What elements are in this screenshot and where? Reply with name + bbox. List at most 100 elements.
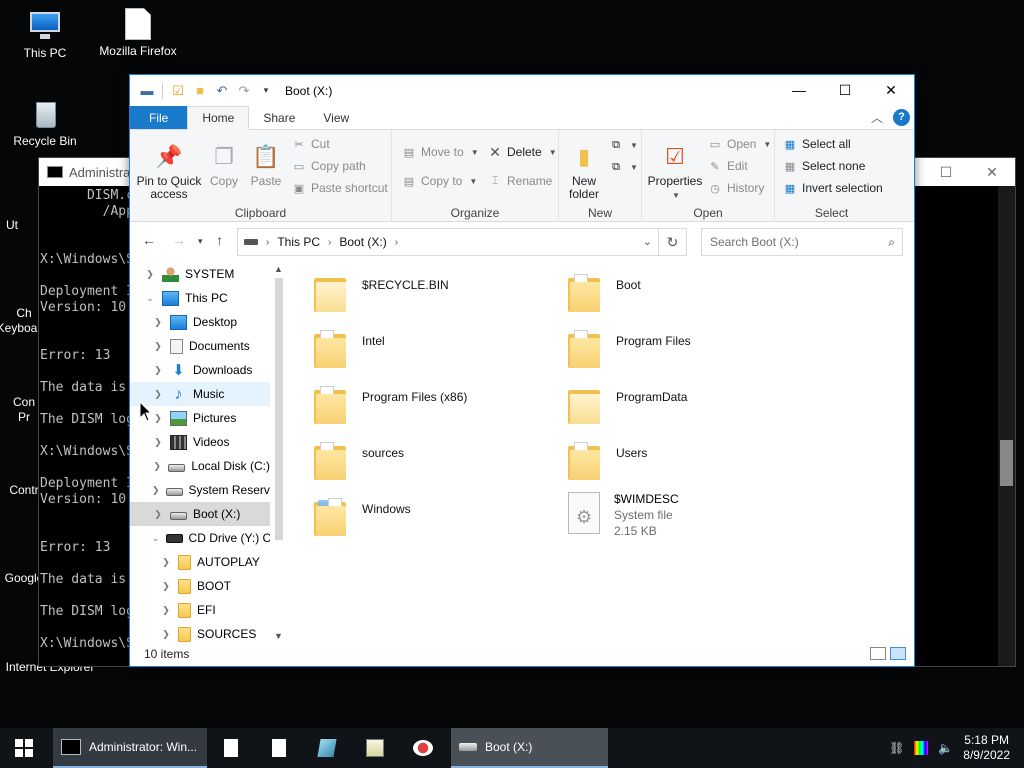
desktop-icon-this-pc[interactable]: This PC	[0, 8, 90, 60]
list-item[interactable]: $RECYCLE.BIN	[288, 266, 538, 318]
edit-button[interactable]: ✎ Edit	[708, 159, 747, 173]
chevron-right-icon[interactable]: ›	[395, 237, 398, 248]
chevron-up-icon[interactable]: ︿	[871, 109, 883, 126]
large-icons-view-icon[interactable]	[890, 647, 906, 660]
pin-to-quick-access-button[interactable]: 📌 Pin to Quick access	[136, 140, 202, 201]
nav-item-sources[interactable]: ❯ SOURCES	[130, 622, 270, 643]
explorer-titlebar[interactable]: ▬ ☑ ■ ↶ ↷ ▾ Boot (X:) — ☐ ✕	[130, 75, 914, 106]
easy-access-button[interactable]: ⧉ ▼	[609, 160, 638, 174]
nav-item-boot[interactable]: ❯ BOOT	[130, 574, 270, 598]
search-input[interactable]	[710, 235, 870, 249]
list-item[interactable]: Program Files	[542, 322, 792, 374]
chevron-right-icon[interactable]: ❯	[160, 557, 172, 568]
nav-item-music[interactable]: ❯ ♪ Music	[130, 382, 270, 406]
nav-item-desktop[interactable]: ❯ Desktop	[130, 310, 270, 334]
taskbar-app-2[interactable]	[351, 728, 399, 768]
scrollbar-thumb[interactable]	[275, 278, 283, 540]
chevron-right-icon[interactable]: ❯	[160, 581, 172, 592]
paste-shortcut-button[interactable]: ▣ Paste shortcut	[292, 181, 388, 195]
chevron-right-icon[interactable]: ❯	[152, 341, 164, 352]
network-icon[interactable]: ⛓	[889, 741, 904, 755]
new-folder-button[interactable]: ▮ New folder	[563, 140, 605, 201]
chevron-right-icon[interactable]: ❯	[152, 509, 164, 520]
taskbar-file-2[interactable]	[255, 728, 303, 768]
tab-share[interactable]: Share	[249, 106, 309, 129]
nav-item-boot-x[interactable]: ❯ Boot (X:)	[130, 502, 270, 526]
volume-icon[interactable]: 🔈	[938, 741, 953, 755]
delete-button[interactable]: ✕ Delete ▼	[488, 144, 556, 160]
navigation-pane[interactable]: ❯ SYSTEM ⌄ This PC ❯ Desktop ❯ Documents ❯ ⬇ D…	[130, 262, 287, 643]
tab-view[interactable]: View	[309, 106, 363, 129]
minimize-button[interactable]: —	[776, 75, 822, 105]
list-item[interactable]: Boot	[542, 266, 792, 318]
list-item[interactable]: Windows	[288, 490, 538, 542]
details-view-icon[interactable]	[870, 647, 886, 660]
nav-item-autoplay[interactable]: ❯ AUTOPLAY	[130, 550, 270, 574]
nav-item-system[interactable]: ❯ SYSTEM	[130, 262, 270, 286]
refresh-icon[interactable]: ↻	[658, 229, 686, 255]
list-item[interactable]: Program Files (x86)	[288, 378, 538, 430]
tab-file[interactable]: File	[130, 106, 188, 129]
chevron-down-icon[interactable]: ▾	[257, 82, 275, 100]
nav-item-this-pc[interactable]: ⌄ This PC	[130, 286, 270, 310]
scroll-down-icon[interactable]: ▼	[274, 631, 283, 641]
rename-button[interactable]: ⌶ Rename	[488, 174, 553, 188]
file-list[interactable]: $RECYCLE.BIN Boot Intel Program Files Pr…	[288, 262, 914, 643]
scroll-up-icon[interactable]: ▲	[274, 264, 283, 274]
taskbar-app-3[interactable]	[399, 728, 447, 768]
new-item-button[interactable]: ⧉ ▼	[609, 138, 638, 152]
chevron-down-icon[interactable]: ⌄	[152, 533, 160, 544]
up-arrow-icon[interactable]: ↑	[216, 232, 223, 248]
file-explorer-window[interactable]: ▬ ☑ ■ ↶ ↷ ▾ Boot (X:) — ☐ ✕ File Home Sh…	[129, 74, 915, 667]
copy-to-button[interactable]: ▤ Copy to ▼	[402, 174, 477, 188]
chevron-right-icon[interactable]: ❯	[152, 317, 164, 328]
breadcrumb-boot[interactable]: Boot (X:)	[339, 235, 386, 249]
chevron-right-icon[interactable]: ❯	[160, 629, 172, 640]
copy-button[interactable]: ❐ Copy	[206, 140, 242, 188]
nav-item-videos[interactable]: ❯ Videos	[130, 430, 270, 454]
undo-icon[interactable]: ↶	[213, 82, 231, 100]
breadcrumb-this-pc[interactable]: This PC	[277, 235, 320, 249]
nav-item-local-disk-c[interactable]: ❯ Local Disk (C:)	[130, 454, 270, 478]
display-color-icon[interactable]	[914, 741, 929, 755]
paste-button[interactable]: 📋 Paste	[248, 140, 284, 188]
help-icon[interactable]: ?	[893, 109, 910, 126]
chevron-right-icon[interactable]: ›	[328, 237, 331, 248]
search-icon[interactable]: ⌕	[888, 235, 895, 250]
move-to-button[interactable]: ▤ Move to ▼	[402, 145, 479, 159]
select-none-button[interactable]: ▦ Select none	[783, 159, 866, 173]
desktop-icon-recycle-bin[interactable]: Recycle Bin	[0, 96, 90, 148]
tab-home[interactable]: Home	[187, 106, 250, 130]
address-bar[interactable]: › This PC › Boot (X:) › ⌄ ↻	[237, 228, 687, 256]
list-item[interactable]: ⚙ $WIMDESC System file 2.15 KB	[542, 490, 792, 554]
select-all-button[interactable]: ▦ Select all	[783, 137, 851, 151]
nav-item-efi[interactable]: ❯ EFI	[130, 598, 270, 622]
maximize-button[interactable]: ☐	[822, 75, 868, 105]
nav-item-cd-drive-y[interactable]: ⌄ CD Drive (Y:) C	[130, 526, 270, 550]
cut-button[interactable]: ✂ Cut	[292, 137, 329, 151]
new-folder-icon[interactable]: ■	[191, 82, 209, 100]
copy-path-button[interactable]: ▭ Copy path	[292, 159, 366, 173]
nav-item-pictures[interactable]: ❯ Pictures	[130, 406, 270, 430]
list-item[interactable]: Intel	[288, 322, 538, 374]
chevron-down-icon[interactable]: ⌄	[643, 235, 652, 248]
chevron-right-icon[interactable]: ❯	[152, 365, 164, 376]
invert-selection-button[interactable]: ▦ Invert selection	[783, 181, 883, 195]
taskbar-cmd[interactable]: Administrator: Win...	[53, 728, 207, 768]
recent-locations-icon[interactable]: ▾	[198, 236, 203, 247]
forward-arrow-icon[interactable]: →	[172, 232, 186, 248]
desktop-icon-firefox[interactable]: Mozilla Firefox	[93, 8, 183, 58]
chevron-right-icon[interactable]: ❯	[144, 269, 156, 280]
open-button[interactable]: ▭ Open ▼	[708, 137, 771, 151]
close-button[interactable]: ✕	[868, 75, 914, 105]
clock[interactable]: 5:18 PM 8/9/2022	[963, 733, 1010, 763]
nav-item-documents[interactable]: ❯ Documents	[130, 334, 270, 358]
chevron-right-icon[interactable]: ❯	[152, 485, 160, 496]
search-box[interactable]: ⌕	[701, 228, 903, 256]
chevron-right-icon[interactable]: ❯	[160, 605, 172, 616]
list-item[interactable]: sources	[288, 434, 538, 486]
chevron-right-icon[interactable]: ❯	[152, 461, 162, 472]
chevron-right-icon[interactable]: ❯	[152, 389, 164, 400]
maximize-icon[interactable]: ☐	[923, 158, 969, 186]
properties-button[interactable]: ☑ Properties ▼	[646, 140, 704, 202]
